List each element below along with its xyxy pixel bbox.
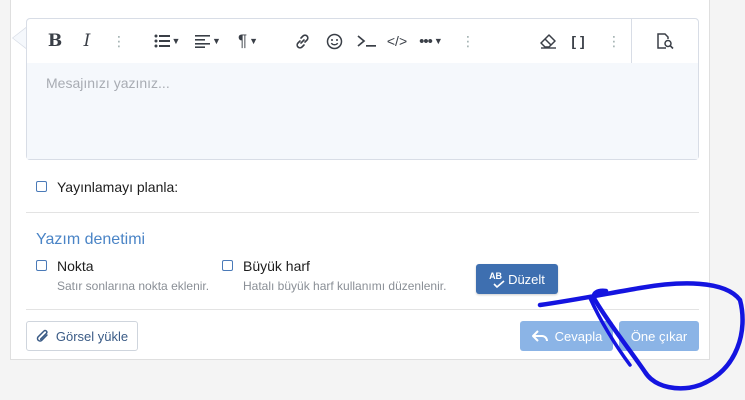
ellipsis-icon: •••: [419, 32, 433, 50]
chevron-down-icon: ▼: [171, 36, 181, 46]
bbcode-toggle-button[interactable]: [ ]: [567, 19, 589, 63]
smiley-icon: [326, 33, 342, 49]
editor-pointer-fill: [13, 28, 26, 48]
period-checkbox[interactable]: [36, 260, 47, 271]
upload-image-label: Görsel yükle: [55, 328, 129, 344]
more-text-options-icon[interactable]: ⋮: [112, 34, 126, 48]
paragraph-dropdown[interactable]: ¶ ▼: [233, 19, 263, 63]
schedule-label: Yayınlamayı planla:: [57, 179, 179, 195]
eraser-icon: [539, 33, 556, 49]
message-editor: B I ⋮ ▼ ▼ ¶ ▼ </> ••• ▼ ⋮ [] ⋮ Mesajını…: [26, 18, 699, 160]
reply-label: Cevapla: [554, 328, 603, 344]
chevron-down-icon: ▼: [249, 36, 259, 46]
capitalization-checkbox[interactable]: [222, 260, 233, 271]
preview-area: [631, 19, 698, 63]
promote-label: Öne çıkar: [630, 328, 688, 344]
align-left-icon: [195, 34, 211, 48]
spellcheck-icon: AB: [489, 271, 505, 288]
divider: [26, 309, 699, 310]
document-search-icon: [656, 33, 674, 50]
period-hint: Satır sonlarına nokta eklenir.: [57, 279, 210, 293]
bold-button[interactable]: B: [45, 19, 65, 63]
capitalization-label: Büyük harf: [243, 258, 310, 274]
chevron-down-icon: ▼: [433, 36, 443, 46]
reply-arrow-icon: [531, 330, 548, 342]
divider: [26, 212, 699, 213]
fix-button-label: Düzelt: [508, 271, 545, 287]
fix-button[interactable]: AB Düzelt: [476, 264, 558, 294]
inline-code-button[interactable]: </>: [385, 19, 409, 63]
paperclip-icon: [36, 329, 48, 342]
bulleted-list-icon: [154, 34, 170, 48]
period-label: Nokta: [57, 258, 94, 274]
terminal-icon: [357, 35, 376, 47]
schedule-checkbox[interactable]: [36, 181, 47, 192]
italic-button[interactable]: I: [77, 19, 97, 63]
message-textarea[interactable]: [27, 63, 698, 159]
spellcheck-title: Yazım denetimi: [36, 231, 146, 248]
link-button[interactable]: [291, 19, 313, 63]
paragraph-icon: ¶: [237, 31, 248, 50]
preview-button[interactable]: [652, 19, 678, 63]
chevron-down-icon: ▼: [212, 36, 221, 46]
clear-formatting-button[interactable]: [537, 19, 559, 63]
list-dropdown[interactable]: ▼: [151, 19, 183, 63]
emoji-button[interactable]: [323, 19, 345, 63]
align-dropdown[interactable]: ▼: [192, 19, 224, 63]
upload-image-button[interactable]: Görsel yükle: [26, 321, 138, 351]
promote-button[interactable]: Öne çıkar: [619, 321, 699, 351]
more-tools-icon[interactable]: ⋮: [607, 34, 621, 48]
capitalization-hint: Hatalı büyük harf kullanımı düzenlenir.: [243, 279, 447, 293]
editor-toolbar: B I ⋮ ▼ ▼ ¶ ▼ </> ••• ▼ ⋮ [] ⋮: [27, 19, 698, 63]
link-icon: [295, 33, 309, 49]
more-insert-options-icon[interactable]: ⋮: [461, 34, 475, 48]
reply-button[interactable]: Cevapla: [520, 321, 613, 351]
more-options-dropdown[interactable]: ••• ▼: [415, 19, 447, 63]
code-block-button[interactable]: [355, 19, 379, 63]
